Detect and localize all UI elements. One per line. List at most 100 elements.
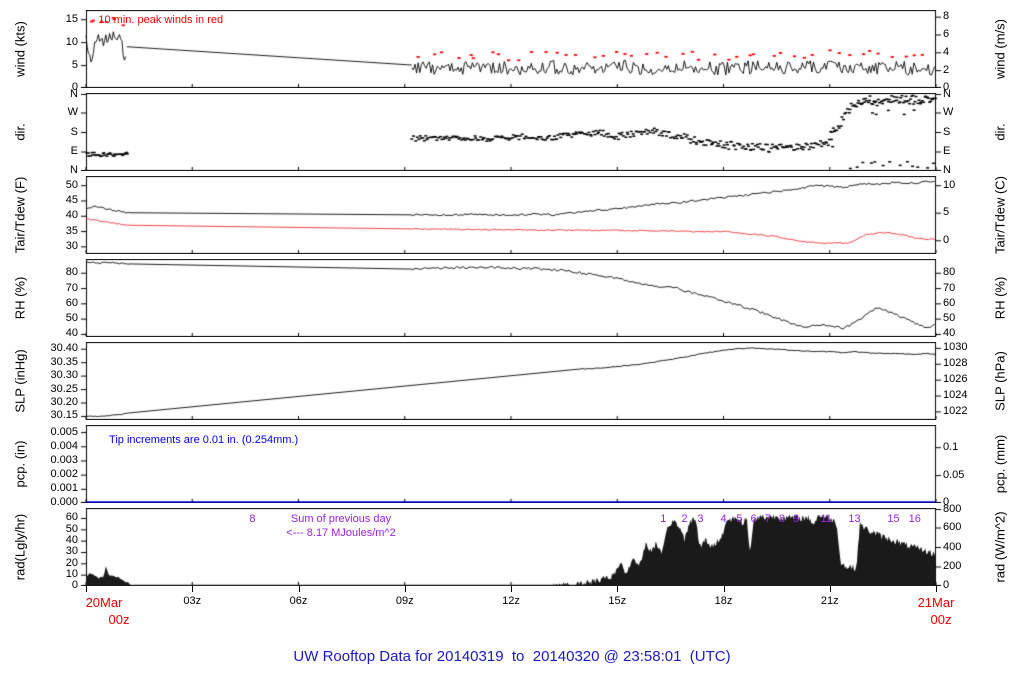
x-axis-tick <box>511 586 512 592</box>
x-tick-label: 12z <box>502 595 520 607</box>
x-axis-tick <box>86 586 87 592</box>
tick-label-right-rad: 400 <box>943 540 962 553</box>
annotation-wind-0: 10 min. peak winds in red <box>98 14 224 27</box>
tick-label-right-rad: 600 <box>943 521 962 533</box>
annotation-rad-12: 11 <box>820 513 832 526</box>
tick-label-left-dir: N <box>70 87 78 100</box>
tick-label-right-rad: 0 <box>943 578 950 591</box>
tick-label-left-temp: 35 <box>65 224 78 237</box>
tick-label-left-slp: 30.30 <box>50 369 78 382</box>
tick-label-right-wind: 2 <box>943 63 950 76</box>
tick-label-right-slp: 1026 <box>943 373 968 386</box>
tick-label-left-rad: 30 <box>65 545 78 558</box>
direction-plot-canvas <box>78 93 944 171</box>
tick-label-right-slp: 1028 <box>943 357 968 370</box>
tick-label-right-rh: 50 <box>943 312 956 325</box>
tick-label-left-rh: 80 <box>65 266 78 279</box>
tick-label-left-rh: 70 <box>65 281 78 294</box>
annotation-rad-3: 1 <box>660 513 667 526</box>
tick-label-right-rad: 800 <box>943 502 962 515</box>
x-axis-tick <box>617 586 619 592</box>
y-axis-label-pcp-mm: pcp. (mm) <box>992 434 1008 494</box>
tick-label-left-rad: 20 <box>65 556 78 569</box>
pressure-plot-canvas <box>78 342 944 420</box>
annotation-rad-15: 16 <box>908 513 921 526</box>
tick-label-right-rad: 200 <box>943 560 962 572</box>
annotation-rad-11: 9 <box>793 513 800 526</box>
tick-label-right-slp: 1030 <box>943 341 968 354</box>
tick-label-left-wind: 5 <box>71 58 78 71</box>
tick-label-left-dir: E <box>70 145 78 157</box>
tick-label-right-wind: 4 <box>943 45 950 58</box>
annotation-pcp-0: Tip increments are 0.01 in. (0.254mm.) <box>109 434 299 447</box>
tick-label-left-temp: 30 <box>65 239 78 252</box>
annotation-rad-7: 5 <box>736 513 743 526</box>
tick-label-left-slp: 30.20 <box>50 396 78 409</box>
y-axis-label-dir-right: dir. <box>992 123 1008 141</box>
tick-label-left-slp: 30.40 <box>50 342 78 355</box>
tick-label-left-rad: 10 <box>65 568 78 581</box>
tick-label-right-slp: 1024 <box>943 389 968 402</box>
tick-label-right-slp: 1022 <box>943 404 968 417</box>
x-tick-label: 09z <box>395 595 414 607</box>
temperature-plot-canvas <box>78 176 944 254</box>
tick-label-left-rad: 50 <box>65 522 78 535</box>
annotation-rad-9: 7 <box>764 513 771 526</box>
tick-label-right-pcp: 0.1 <box>943 440 959 453</box>
annotation-rad-0: 8 <box>249 513 256 526</box>
tick-label-right-rh: 70 <box>943 281 956 294</box>
x-tick-label: 06z <box>289 595 308 607</box>
annotation-rad-10: 8 <box>778 513 785 526</box>
tick-label-left-wind: 10 <box>65 35 78 48</box>
tick-label-left-slp: 30.35 <box>50 355 78 368</box>
tick-label-right-rh: 60 <box>943 296 956 309</box>
x-axis-tick <box>723 586 725 592</box>
tick-label-right-wind: 6 <box>943 27 950 40</box>
x-tick-label: 15z <box>608 595 627 607</box>
tick-label-left-pcp: 0.002 <box>50 468 78 481</box>
radiation-plot-canvas <box>78 508 944 586</box>
tick-label-left-rad: 0 <box>71 578 78 591</box>
x-tick-label: 21z <box>820 595 839 607</box>
tick-label-right-pcp: 0.05 <box>943 468 965 481</box>
tick-label-right-wind: 8 <box>943 10 950 23</box>
y-axis-label-wind-ms: wind (m/s) <box>992 19 1008 79</box>
tick-label-right-dir: E <box>943 145 951 157</box>
tick-label-right-rh: 80 <box>943 266 956 279</box>
tick-label-left-rh: 50 <box>65 312 78 325</box>
multi-panel-chart: wind (kts) wind (m/s) dir. dir. Tair/Tde… <box>0 0 1024 700</box>
tick-label-left-wind: 15 <box>65 12 78 25</box>
chart-title: UW Rooftop Data for 20140319 to 20140320… <box>293 648 731 665</box>
annotation-rad-6: 4 <box>720 513 727 526</box>
tick-label-left-pcp: 0.004 <box>50 439 78 452</box>
annotation-rad-13: 13 <box>848 513 861 526</box>
tick-label-left-slp: 30.25 <box>50 382 78 395</box>
annotation-rad-4: 2 <box>681 513 688 526</box>
tick-label-left-dir: W <box>67 106 78 118</box>
annotation-rad-14: 15 <box>887 513 900 526</box>
x-tick-label: 18z <box>714 595 733 607</box>
tick-label-right-temp: 0 <box>943 233 950 246</box>
tick-label-right-dir: S <box>943 125 951 138</box>
tick-label-left-temp: 45 <box>65 193 78 206</box>
x-axis-tick <box>936 586 937 592</box>
tick-label-left-dir: S <box>70 125 78 138</box>
tick-label-right-dir: N <box>943 87 951 100</box>
annotation-rad-1: Sum of previous day <box>290 513 392 526</box>
x-axis-tick <box>404 586 406 592</box>
tick-label-right-temp: 10 <box>943 178 956 191</box>
x-tick-label: 03z <box>183 595 202 607</box>
tick-label-left-pcp: 0.000 <box>50 495 78 508</box>
x-start-date-line1: 20Mar <box>85 595 123 610</box>
tick-label-left-rh: 60 <box>65 296 78 309</box>
tick-label-left-dir: N <box>70 163 78 176</box>
humidity-plot-canvas <box>78 259 944 337</box>
tick-label-left-slp: 30.15 <box>50 409 78 422</box>
x-axis-tick <box>192 586 194 592</box>
tick-label-left-pcp: 0.005 <box>50 425 78 438</box>
tick-label-right-dir: N <box>943 163 951 176</box>
annotation-rad-2: <--- 8.17 MJoules/m^2 <box>286 527 396 540</box>
tick-label-right-temp: 5 <box>943 206 950 219</box>
tick-label-left-rad: 60 <box>65 511 78 524</box>
tick-label-left-temp: 40 <box>65 209 78 222</box>
